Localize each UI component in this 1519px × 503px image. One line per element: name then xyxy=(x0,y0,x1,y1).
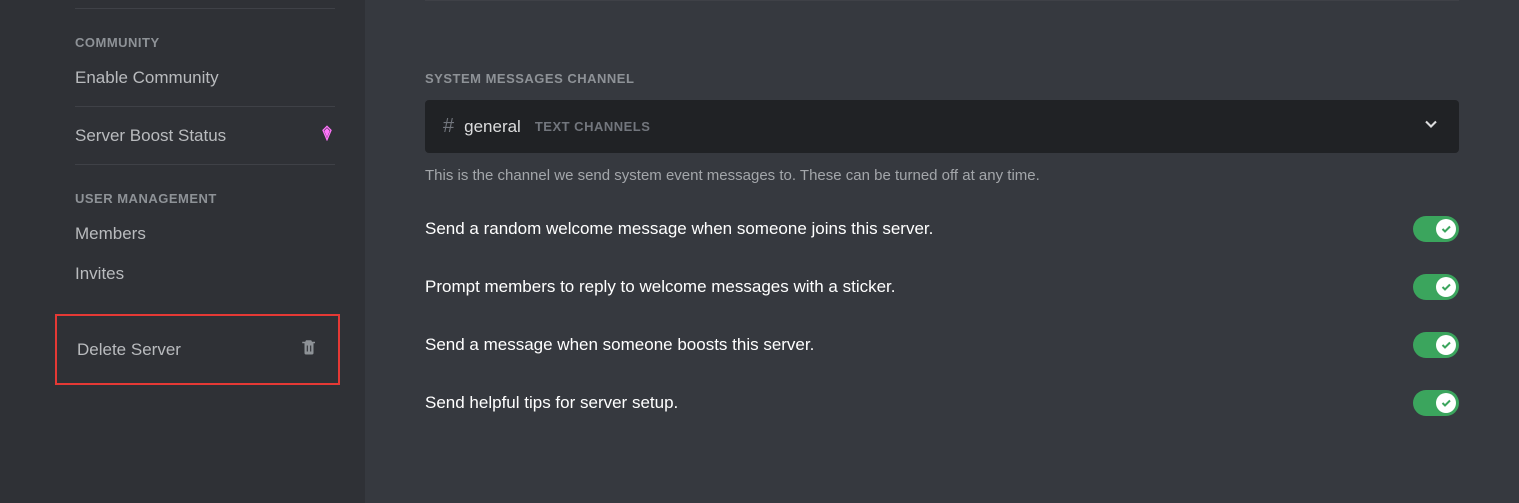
channel-name: general xyxy=(464,117,521,137)
toggle-row-welcome-message: Send a random welcome message when someo… xyxy=(425,216,1459,242)
sidebar-item-members[interactable]: Members xyxy=(75,214,335,254)
divider xyxy=(75,8,335,9)
community-section-header: Community xyxy=(75,17,335,58)
toggle-label: Send a message when someone boosts this … xyxy=(425,335,814,355)
toggle-switch-sticker-reply[interactable] xyxy=(1413,274,1459,300)
sidebar-item-label: Members xyxy=(75,224,335,244)
toggle-switch-boost-message[interactable] xyxy=(1413,332,1459,358)
sidebar-item-invites[interactable]: Invites xyxy=(75,254,335,294)
divider xyxy=(75,164,335,165)
check-icon xyxy=(1440,223,1452,235)
sidebar: Community Enable Community Server Boost … xyxy=(0,0,365,503)
user-management-section-header: User Management xyxy=(75,173,335,214)
toggle-switch-welcome-message[interactable] xyxy=(1413,216,1459,242)
hash-icon: # xyxy=(443,115,454,138)
sidebar-item-enable-community[interactable]: Enable Community xyxy=(75,58,335,98)
delete-server-highlight-box: Delete Server xyxy=(55,314,340,385)
toggle-knob xyxy=(1436,277,1456,297)
trash-icon xyxy=(300,338,318,361)
toggle-knob xyxy=(1436,219,1456,239)
check-icon xyxy=(1440,397,1452,409)
toggle-row-boost-message: Send a message when someone boosts this … xyxy=(425,332,1459,358)
sidebar-item-server-boost[interactable]: Server Boost Status xyxy=(75,115,335,156)
system-messages-description: This is the channel we send system event… xyxy=(425,167,1459,184)
system-messages-header: System Messages Channel xyxy=(425,71,1459,86)
toggle-label: Send a random welcome message when someo… xyxy=(425,219,933,239)
chevron-down-icon xyxy=(1421,114,1441,139)
channel-category: Text Channels xyxy=(535,119,1421,134)
toggle-row-sticker-reply: Prompt members to reply to welcome messa… xyxy=(425,274,1459,300)
toggle-label: Prompt members to reply to welcome messa… xyxy=(425,277,896,297)
sidebar-item-label: Server Boost Status xyxy=(75,126,319,146)
toggle-knob xyxy=(1436,335,1456,355)
toggle-knob xyxy=(1436,393,1456,413)
sidebar-item-label: Invites xyxy=(75,264,335,284)
boost-gem-icon xyxy=(319,125,335,146)
divider xyxy=(75,106,335,107)
toggle-row-server-tips: Send helpful tips for server setup. xyxy=(425,390,1459,416)
sidebar-item-delete-server[interactable]: Delete Server xyxy=(77,338,318,361)
system-messages-channel-select[interactable]: # general Text Channels xyxy=(425,100,1459,153)
toggle-switch-server-tips[interactable] xyxy=(1413,390,1459,416)
sidebar-item-label: Delete Server xyxy=(77,340,181,360)
main-content: System Messages Channel # general Text C… xyxy=(365,0,1519,503)
toggle-label: Send helpful tips for server setup. xyxy=(425,393,678,413)
check-icon xyxy=(1440,339,1452,351)
check-icon xyxy=(1440,281,1452,293)
sidebar-item-label: Enable Community xyxy=(75,68,335,88)
divider xyxy=(425,0,1459,1)
